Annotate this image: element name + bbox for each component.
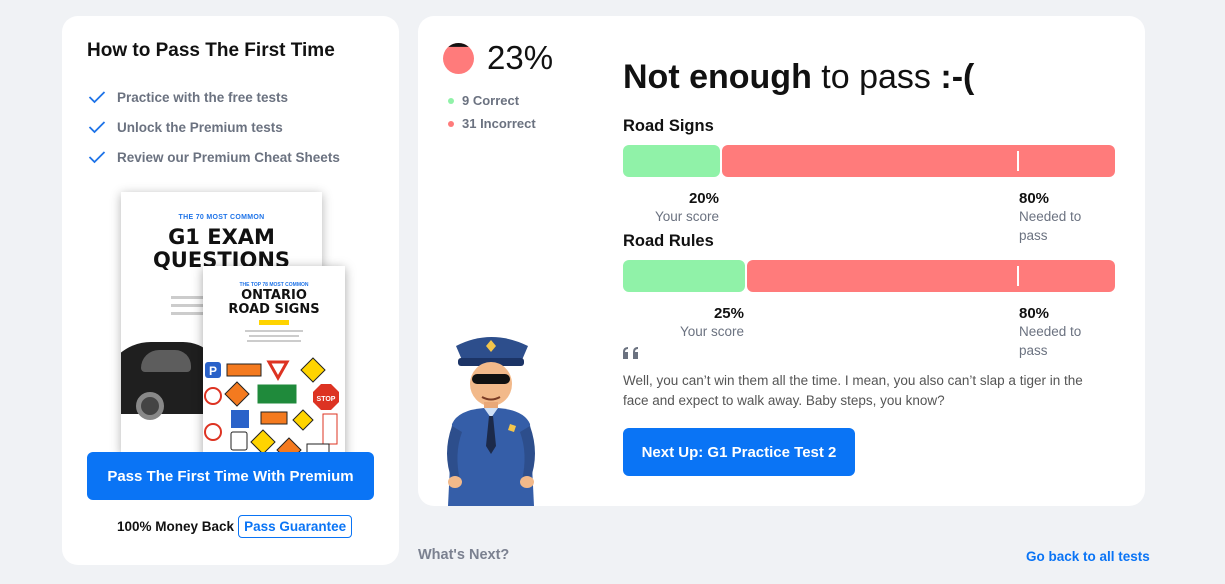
checklist-item: Unlock the Premium tests (88, 112, 340, 142)
svg-text:STOP: STOP (317, 396, 336, 403)
premium-promo-card: How to Pass The First Time Practice with… (62, 16, 399, 565)
checkmark-icon (88, 121, 106, 134)
book-title-line: ROAD SIGNS (228, 302, 320, 317)
your-score-block: 25% Your score (644, 305, 744, 341)
needed-score-value: 80% (1019, 305, 1050, 322)
money-back-text: 100% Money Back (117, 519, 235, 534)
promo-title: How to Pass The First Time (87, 40, 335, 61)
svg-text:P: P (209, 364, 217, 378)
road-signs-book-cover: THE TOP 78 MOST COMMON ONTARIO ROAD SIGN… (203, 266, 345, 462)
incorrect-count: 31 Incorrect (448, 116, 536, 131)
checklist-label: Review our Premium Cheat Sheets (117, 149, 340, 165)
correct-dot-icon (448, 97, 454, 104)
back-to-all-tests-link[interactable]: Go back to all tests (1026, 549, 1150, 564)
pass-guarantee-link[interactable]: Pass Guarantee (238, 515, 353, 538)
book-subtitle: THE 70 MOST COMMON (178, 214, 265, 221)
book-title-line: G1 EXAM (168, 225, 275, 249)
promo-checklist: Practice with the free tests Unlock the … (88, 82, 340, 172)
checklist-item: Review our Premium Cheat Sheets (88, 142, 340, 172)
category-score-bar (623, 145, 1115, 177)
score-bar-fill (623, 260, 745, 292)
your-score-value: 20% (688, 190, 719, 207)
needed-score-caption: Needed to pass (1019, 324, 1082, 358)
test-result-card: 23% 9 Correct 31 Incorrect Not enough to… (418, 16, 1145, 506)
needed-score-block: 80% Needed to pass (1019, 190, 1099, 245)
score-bar-remainder (722, 145, 1115, 177)
your-score-caption: Your score (679, 324, 744, 339)
road-signs-illustration: P STOP (204, 357, 339, 462)
your-score-block: 20% Your score (619, 190, 719, 226)
book-text-line (249, 335, 299, 337)
result-headline: Not enough to pass :-( (623, 58, 974, 97)
incorrect-dot-icon (448, 120, 454, 127)
next-test-button[interactable]: Next Up: G1 Practice Test 2 (623, 428, 855, 476)
car-wheel (136, 392, 164, 420)
feedback-quote: Well, you can’t win them all the time. I… (623, 373, 1083, 408)
money-back-row: 100% Money Back Pass Guarantee (117, 515, 353, 538)
headline-emoticon: :-( (940, 58, 975, 96)
headline-bold: Not enough (623, 58, 812, 96)
score-bar-remainder (747, 260, 1115, 292)
checklist-label: Practice with the free tests (117, 89, 289, 105)
car-window (141, 350, 191, 372)
checklist-item: Practice with the free tests (88, 82, 340, 112)
pass-threshold-marker (1017, 266, 1019, 286)
incorrect-label: 31 Incorrect (462, 116, 536, 131)
book-tag (259, 320, 289, 325)
correct-label: 9 Correct (462, 93, 520, 108)
score-bar-fill (623, 145, 720, 177)
checkmark-icon (88, 151, 106, 164)
book-text-line (247, 340, 301, 342)
whats-next-heading: What's Next? (418, 547, 510, 563)
pass-threshold-marker (1017, 151, 1019, 171)
category-title: Road Rules (623, 232, 714, 250)
needed-score-caption: Needed to pass (1019, 209, 1082, 243)
checkmark-icon (88, 91, 106, 104)
score-pie-icon (443, 43, 474, 74)
checklist-label: Unlock the Premium tests (117, 119, 283, 135)
quote-icon (623, 347, 638, 359)
premium-button[interactable]: Pass The First Time With Premium (87, 452, 374, 500)
your-score-value: 25% (713, 305, 744, 322)
your-score-caption: Your score (654, 209, 719, 224)
police-officer-illustration (447, 337, 535, 506)
score-percent: 23% (487, 39, 554, 76)
category-score-bar (623, 260, 1115, 292)
category-title: Road Signs (623, 117, 714, 135)
correct-count: 9 Correct (448, 93, 519, 108)
book-text-line (245, 330, 303, 332)
needed-score-block: 80% Needed to pass (1019, 305, 1099, 360)
needed-score-value: 80% (1019, 190, 1050, 207)
book-title-line: ONTARIO (241, 288, 307, 303)
headline-normal: to pass (821, 58, 931, 96)
